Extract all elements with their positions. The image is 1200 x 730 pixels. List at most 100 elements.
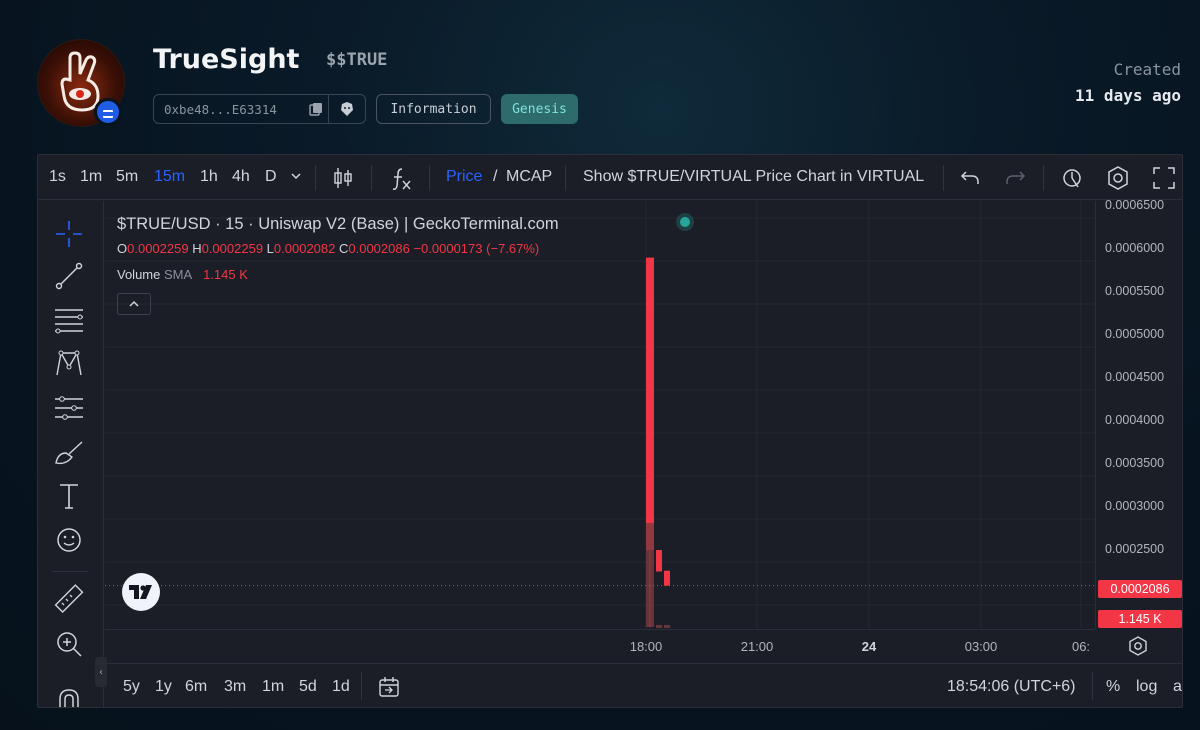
interval-1h[interactable]: 1h [200,168,218,186]
range-3m[interactable]: 3m [224,678,246,696]
settings-gear-icon[interactable] [1105,165,1131,196]
low-key: L [266,241,274,256]
axis-settings-gear-icon[interactable] [1127,635,1149,661]
chart-symbol-title: $TRUE/USD · 15 · Uniswap V2 (Base) | Gec… [117,215,559,233]
interval-15m[interactable]: 15m [154,168,185,186]
high-value: 0.0002259 [201,241,264,256]
undo-icon[interactable] [959,167,981,194]
range-bar: 5y 1y 6m 3m 1m 5d 1d 18:54:06 (UTC+6) % … [105,663,1182,707]
toolbar-divider [565,165,566,191]
price-axis-label: 0.0003500 [1105,456,1165,470]
show-virtual-chart-button[interactable]: Show $TRUE/VIRTUAL Price Chart in VIRTUA… [583,168,924,186]
price-axis-label: 0.0006000 [1105,241,1165,255]
range-6m[interactable]: 6m [185,678,207,696]
toolbar-divider [429,165,430,191]
replay-icon[interactable] [1060,165,1084,196]
range-5d[interactable]: 5d [299,678,317,696]
zoom-in-icon[interactable] [52,627,86,665]
time-axis-label: 18:00 [629,639,663,654]
candle-body [656,550,662,572]
range-1m[interactable]: 1m [262,678,284,696]
time-axis-label: 06: [1071,639,1091,654]
fib-retracement-icon[interactable] [52,303,86,341]
copy-icon[interactable] [304,95,328,123]
time-axis[interactable]: 18:00 21:00 24 03:00 06: [105,629,1095,663]
volume-bar [664,625,670,628]
toolbar-divider [371,165,372,191]
explorer-lion-icon[interactable] [329,95,365,123]
magnet-icon[interactable] [52,683,86,707]
interval-5m[interactable]: 5m [116,168,138,186]
ruler-icon[interactable] [52,583,86,621]
text-tool-icon[interactable] [52,479,86,517]
scale-divider [1092,672,1093,700]
fullscreen-icon[interactable] [1152,166,1176,195]
pattern-icon[interactable] [52,347,86,385]
volume-legend: Volume SMA 1.145 K [117,267,248,282]
contract-address: 0xbe48...E63314 [164,101,277,117]
sma-label: SMA [164,267,192,282]
chart-plot-area[interactable]: $TRUE/USD · 15 · Uniswap V2 (Base) | Gec… [105,201,1095,629]
time-axis-label: 03:00 [964,639,998,654]
price-axis-label: 0.0006500 [1105,198,1165,212]
price-axis[interactable]: 0.0006500 0.0006000 0.0005500 0.0005000 … [1095,198,1182,629]
toolbar-divider [315,165,316,191]
price-toggle[interactable]: Price [446,168,482,186]
contract-address-box: 0xbe48...E63314 [153,94,366,124]
information-button[interactable]: Information [376,94,491,124]
candles-icon[interactable] [333,165,353,196]
price-chart-svg [105,201,1095,629]
volume-bar [646,523,654,627]
trend-line-icon[interactable] [52,259,86,297]
price-mcap-slash: / [493,168,498,185]
created-value: 11 days ago [1075,86,1181,105]
date-range-calendar-icon[interactable] [377,675,401,704]
timezone-clock[interactable]: 18:54:06 (UTC+6) [947,678,1076,696]
close-value: 0.0002086 [348,241,410,256]
interval-d[interactable]: D [265,168,277,186]
volume-label: Volume [117,267,161,282]
legend-collapse-button[interactable] [117,293,151,315]
drawing-toolbar-divider [52,571,88,572]
interval-1s[interactable]: 1s [49,168,66,186]
indicators-fx-icon[interactable] [390,166,412,197]
volume-bar [656,625,662,628]
emoji-icon[interactable] [52,523,86,561]
range-1d[interactable]: 1d [332,678,350,696]
interval-4h[interactable]: 4h [232,168,250,186]
candle-body [646,257,654,550]
high-key: H [192,241,202,256]
redo-icon[interactable] [1004,167,1026,194]
price-axis-label: 0.0004500 [1105,370,1165,384]
genesis-badge[interactable]: Genesis [501,94,578,124]
toolbar-divider [943,165,944,191]
interval-1m[interactable]: 1m [80,168,102,186]
mcap-toggle[interactable]: MCAP [506,168,552,186]
open-key: O [117,241,128,256]
price-axis-label: 0.0002500 [1105,542,1165,556]
current-price-tag: 0.0002086 [1098,580,1182,598]
drawing-toolbar: ‹ [38,201,107,707]
log-scale-toggle[interactable]: log [1136,678,1157,696]
time-axis-label: 21:00 [740,639,774,654]
chevron-up-icon [129,300,139,307]
open-value: 0.0002259 [127,241,189,256]
range-1y[interactable]: 1y [155,678,172,696]
price-axis-label: 0.0004000 [1105,413,1165,427]
chart-toolbar: 1s 1m 5m 15m 1h 4h D Price / MCAP Show $… [38,155,1182,200]
forecasting-icon[interactable] [52,391,86,429]
interval-chevron-down-icon[interactable] [290,169,302,187]
tradingview-logo-icon[interactable] [122,573,160,611]
range-divider [361,672,362,700]
price-axis-label: 0.0005000 [1105,327,1165,341]
percent-scale-toggle[interactable]: % [1106,678,1120,696]
token-ticker: $$TRUE [326,50,388,70]
range-5y[interactable]: 5y [123,678,140,696]
crosshair-icon[interactable] [52,217,86,255]
auto-scale-toggle[interactable]: auto [1173,678,1182,696]
token-name: TrueSight [153,44,300,75]
change-value: −0.0000173 (−7.67%) [413,241,540,256]
brush-icon[interactable] [52,435,86,473]
close-key: C [338,241,349,256]
created-label: Created [1113,60,1181,79]
